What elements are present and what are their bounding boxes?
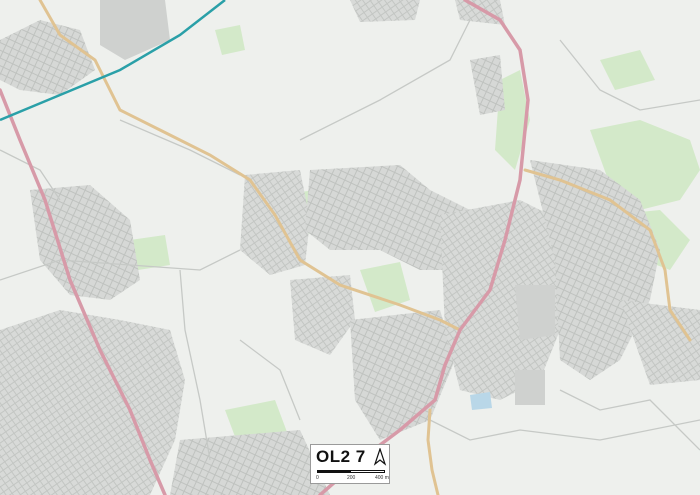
scale-tick-200: 200	[347, 475, 356, 481]
water-body	[470, 392, 492, 410]
map-legend: OL2 7 0 200 400 m	[310, 444, 390, 484]
north-arrow-icon	[373, 448, 387, 466]
scale-tick-400: 400 m	[375, 475, 389, 481]
scale-bar	[317, 470, 385, 473]
industrial-area	[515, 285, 555, 340]
industrial-area	[515, 370, 545, 405]
map-view[interactable]: OL2 7 0 200 400 m	[0, 0, 700, 495]
urban-area	[0, 310, 185, 495]
scale-tick-0: 0	[316, 475, 319, 481]
map-canvas[interactable]	[0, 0, 700, 495]
postcode-label: OL2 7	[316, 447, 366, 466]
urban-area	[350, 0, 420, 22]
